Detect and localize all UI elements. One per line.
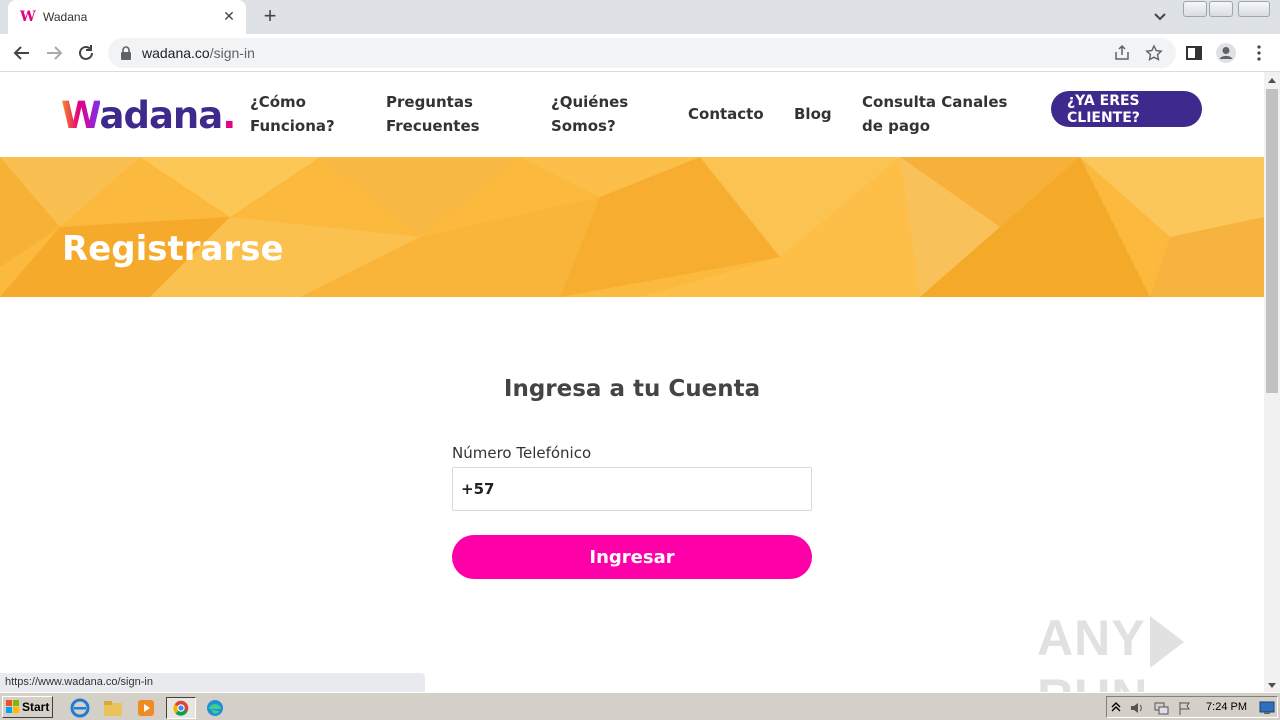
tab-close-icon[interactable]: ✕ <box>220 7 238 25</box>
bookmark-star-icon[interactable] <box>1145 44 1163 62</box>
address-bar[interactable]: wadana.co/sign-in <box>108 38 1176 68</box>
scroll-up-arrow-icon[interactable] <box>1268 78 1276 83</box>
ingresar-button[interactable]: Ingresar <box>452 535 812 579</box>
site-header: Wadana. ¿Cómo Funciona? Preguntas Frecuent… <box>0 72 1264 157</box>
explorer-icon[interactable] <box>101 697 125 719</box>
hero-polygon-pattern <box>0 157 1264 297</box>
page-title: Registrarse <box>62 229 284 269</box>
windows-taskbar: Start 7:24 PM <box>0 692 1280 720</box>
browser-toolbar: wadana.co/sign-in <box>0 34 1280 72</box>
hero-banner: Registrarse <box>0 157 1264 297</box>
scroll-down-arrow-icon[interactable] <box>1268 683 1276 688</box>
system-tray: 7:24 PM <box>1106 696 1278 718</box>
chrome-icon[interactable] <box>166 697 196 719</box>
browser-tab[interactable]: W Wadana ✕ <box>8 0 246 34</box>
nav-consulta-canales[interactable]: Consulta Canales de pago <box>862 90 1007 138</box>
nav-quienes-somos[interactable]: ¿Quiénes Somos? <box>551 90 628 138</box>
chrome-menu-icon[interactable] <box>1249 43 1269 63</box>
restore-window-button[interactable] <box>1209 1 1233 17</box>
tab-strip: W Wadana ✕ + <box>0 0 1280 34</box>
url-text: wadana.co/sign-in <box>142 45 255 61</box>
phone-input[interactable] <box>452 467 812 511</box>
forward-arrow-icon[interactable] <box>42 41 66 65</box>
wadana-logo[interactable]: Wadana. <box>61 94 236 138</box>
minimize-window-button[interactable] <box>1183 1 1207 17</box>
ie-icon[interactable] <box>68 697 92 719</box>
tab-search-chevron-icon[interactable] <box>1151 9 1169 25</box>
media-player-icon[interactable] <box>134 697 158 719</box>
show-hidden-icons-icon[interactable] <box>1111 701 1121 713</box>
login-title: Ingresa a tu Cuenta <box>503 376 761 402</box>
page-viewport: Wadana. ¿Cómo Funciona? Preguntas Frecuent… <box>0 72 1264 692</box>
network-icon[interactable] <box>1153 700 1169 716</box>
side-panel-icon[interactable] <box>1184 43 1204 63</box>
close-window-button[interactable] <box>1238 1 1270 17</box>
play-triangle-icon <box>1149 615 1184 668</box>
action-center-flag-icon[interactable] <box>1177 700 1193 716</box>
ya-eres-cliente-button[interactable]: ¿YA ERES CLIENTE? <box>1051 91 1202 127</box>
new-tab-button[interactable]: + <box>258 5 282 29</box>
phone-label: Número Telefónico <box>452 444 592 462</box>
tab-title: Wadana <box>43 10 88 24</box>
volume-icon[interactable] <box>1129 700 1145 716</box>
start-button[interactable]: Start <box>2 696 53 718</box>
edge-icon[interactable] <box>203 697 227 719</box>
show-desktop-icon[interactable] <box>1259 700 1275 715</box>
taskbar-clock[interactable]: 7:24 PM <box>1206 701 1247 713</box>
nav-contacto[interactable]: Contacto <box>688 102 764 126</box>
lock-icon[interactable] <box>120 46 132 60</box>
anyrun-watermark: ANYRUN <box>1037 609 1264 692</box>
reload-icon[interactable] <box>74 41 98 65</box>
back-arrow-icon[interactable] <box>10 41 34 65</box>
profile-avatar-icon[interactable] <box>1215 42 1237 64</box>
nav-blog[interactable]: Blog <box>794 102 832 126</box>
nav-preguntas-frecuentes[interactable]: Preguntas Frecuentes <box>386 90 480 138</box>
scrollbar-thumb[interactable] <box>1266 89 1278 393</box>
page-scrollbar[interactable] <box>1264 72 1280 692</box>
windows-flag-icon <box>6 700 19 713</box>
share-icon[interactable] <box>1113 44 1131 62</box>
wadana-favicon-icon: W <box>20 9 36 25</box>
link-status-bubble: https://www.wadana.co/sign-in <box>0 673 425 692</box>
nav-como-funciona[interactable]: ¿Cómo Funciona? <box>250 90 335 138</box>
